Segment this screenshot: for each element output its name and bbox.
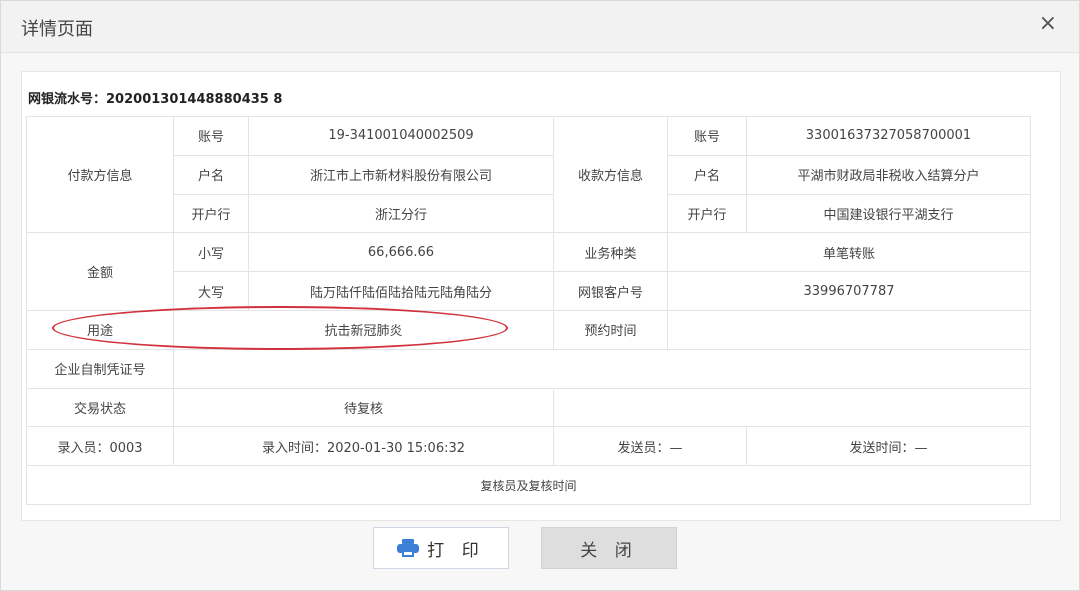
- table-row: 付款方信息 账号 19-341001040002509 收款方信息 账号 330…: [26, 115, 1031, 234]
- serial-label: 网银流水号：: [28, 92, 107, 107]
- amount-section-label: 金额: [26, 232, 174, 311]
- payee-name: 平湖市财政局非税收入结算分户: [746, 154, 1031, 195]
- entry-time: 录入时间：2020-01-30 15:06:32: [173, 426, 554, 467]
- amount-lower-label: 小写: [173, 232, 249, 273]
- voucher-no-value: [173, 348, 1031, 389]
- printer-icon: [397, 539, 420, 557]
- payer-name: 浙江市上市新材料股份有限公司: [248, 154, 554, 195]
- business-type-value: 单笔转账: [667, 232, 1031, 273]
- reserve-time-value: [667, 309, 1031, 350]
- detail-panel: 网银流水号：202001301448880435 8 付款方信息 账号 19-3…: [21, 71, 1061, 521]
- table-row: 金额 小写 66,666.66 业务种类 单笔转账: [26, 232, 1031, 311]
- detail-table: 付款方信息 账号 19-341001040002509 收款方信息 账号 330…: [26, 115, 1031, 505]
- table-row: 大写 陆万陆仟陆佰陆拾陆元陆角陆分 网银客户号 33996707787: [27, 271, 1031, 311]
- payee-name-label: 户名: [667, 154, 747, 195]
- payer-account-label: 账号: [173, 116, 249, 156]
- voucher-no-label: 企业自制凭证号: [26, 348, 174, 389]
- print-button-label: 打 印: [427, 540, 485, 561]
- close-icon[interactable]: ×: [1039, 13, 1057, 35]
- payer-section-label: 付款方信息: [26, 115, 174, 234]
- trade-status-value: 待复核: [173, 387, 554, 428]
- payer-bank: 浙江分行: [248, 193, 554, 234]
- payee-section-label: 收款方信息: [553, 115, 668, 234]
- payee-bank-label: 开户行: [667, 193, 747, 234]
- table-row: 复核员及复核时间: [26, 465, 1031, 505]
- dialog-titlebar: 详情页面 ×: [1, 1, 1079, 53]
- serial-value: 202001301448880435 8: [106, 92, 283, 107]
- dialog-title: 详情页面: [21, 19, 93, 40]
- payer-name-label: 户名: [173, 154, 249, 195]
- client-no-label: 网银客户号: [553, 271, 668, 311]
- print-button[interactable]: 打 印: [373, 527, 509, 569]
- amount-upper: 陆万陆仟陆佰陆拾陆元陆角陆分: [248, 271, 554, 311]
- detail-dialog: 详情页面 × 网银流水号：202001301448880435 8 付款方信息 …: [0, 0, 1080, 591]
- payee-account-label: 账号: [667, 116, 747, 156]
- table-row: 录入员：0003 录入时间：2020-01-30 15:06:32 发送员：— …: [26, 426, 1031, 467]
- client-no-value: 33996707787: [667, 271, 1031, 311]
- close-button[interactable]: 关 闭: [541, 527, 677, 569]
- table-row: 户名 浙江市上市新材料股份有限公司 户名 平湖市财政局非税收入结算分户: [27, 154, 1031, 195]
- close-button-label: 关 闭: [580, 540, 638, 561]
- amount-upper-label: 大写: [173, 271, 249, 311]
- payee-account: 33001637327058700001: [746, 116, 1031, 156]
- business-type-label: 业务种类: [553, 232, 668, 273]
- empty-cell: [553, 387, 1031, 428]
- payer-account: 19-341001040002509: [248, 116, 554, 156]
- send-time: 发送时间：—: [746, 426, 1031, 467]
- table-row: 交易状态 待复核: [26, 387, 1031, 428]
- table-row: 企业自制凭证号: [26, 348, 1031, 389]
- sender: 发送员：—: [553, 426, 747, 467]
- table-row: 用途 抗击新冠肺炎 预约时间: [26, 309, 1031, 350]
- entry-user: 录入员：0003: [26, 426, 174, 467]
- amount-lower: 66,666.66: [248, 232, 554, 273]
- payer-bank-label: 开户行: [173, 193, 249, 234]
- payee-bank: 中国建设银行平湖支行: [746, 193, 1031, 234]
- serial-number: 网银流水号：202001301448880435 8: [28, 88, 282, 107]
- reserve-time-label: 预约时间: [553, 309, 668, 350]
- purpose-label: 用途: [26, 309, 174, 350]
- trade-status-label: 交易状态: [26, 387, 174, 428]
- review-link[interactable]: 复核员及复核时间: [26, 465, 1031, 505]
- table-row: 开户行 浙江分行 开户行 中国建设银行平湖支行: [27, 193, 1031, 234]
- purpose-value: 抗击新冠肺炎: [173, 309, 554, 350]
